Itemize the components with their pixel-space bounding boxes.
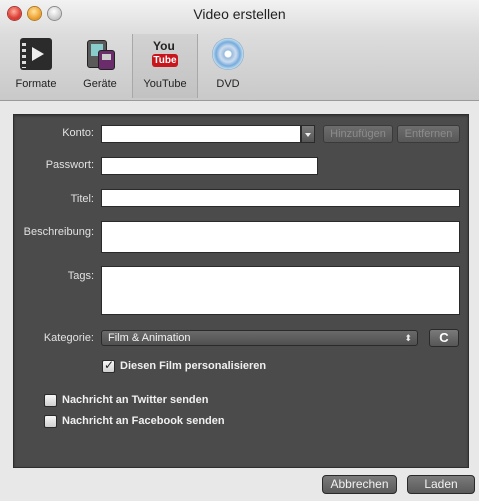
category-select[interactable]: Film & Animation ⬍ [101,330,418,346]
dvd-icon [212,38,244,70]
film-icon [20,38,52,70]
account-label: Konto: [62,127,94,139]
category-select-value: Film & Animation [108,332,191,344]
up-down-arrows-icon: ⬍ [404,333,412,343]
refresh-categories-button[interactable]: C [429,329,459,347]
title-label: Titel: [70,193,94,205]
twitter-checkbox[interactable] [44,394,57,407]
facebook-label: Nachricht an Facebook senden [62,415,225,427]
tags-field[interactable] [101,266,460,315]
title-field[interactable] [101,189,460,207]
add-account-button[interactable]: Hinzufügen [323,125,393,143]
toolbar-item-youtube[interactable]: You Tube YouTube [132,34,198,98]
youtube-icon-top-text: You [153,39,175,53]
toolbar-item-formate[interactable]: Formate [4,34,68,96]
remove-account-button[interactable]: Entfernen [397,125,460,143]
title-bar: Video erstellen Formate Geräte You Tube … [0,0,479,101]
personalize-label: Diesen Film personalisieren [120,360,267,372]
description-label: Beschreibung: [23,226,94,238]
video-erstellen-window: Video erstellen Formate Geräte You Tube … [0,0,479,501]
toolbar-item-label: DVD [216,78,240,90]
load-button[interactable]: Laden [407,475,475,494]
toolbar-item-label: Geräte [83,78,117,90]
category-label: Kategorie: [43,332,94,344]
youtube-icon: You Tube [149,38,181,70]
toolbar-item-geraete[interactable]: Geräte [68,34,132,96]
password-field[interactable] [101,157,318,175]
toolbar-item-label: Formate [15,78,57,90]
refresh-icon: C [439,330,449,345]
cancel-button[interactable]: Abbrechen [322,475,397,494]
description-field[interactable] [101,221,460,253]
window-title: Video erstellen [193,6,286,22]
personalize-checkbox[interactable] [102,358,115,373]
youtube-icon-bottom-text: Tube [152,54,178,67]
account-combobox-input[interactable] [101,125,301,143]
tags-label: Tags: [67,270,94,282]
account-dropdown-button[interactable] [301,125,315,143]
facebook-checkbox[interactable] [44,415,57,428]
twitter-label: Nachricht an Twitter senden [62,394,209,406]
toolbar-item-dvd[interactable]: DVD [196,34,260,96]
password-label: Passwort: [45,159,94,171]
toolbar-item-label: YouTube [143,78,187,90]
devices-icon [84,38,116,70]
